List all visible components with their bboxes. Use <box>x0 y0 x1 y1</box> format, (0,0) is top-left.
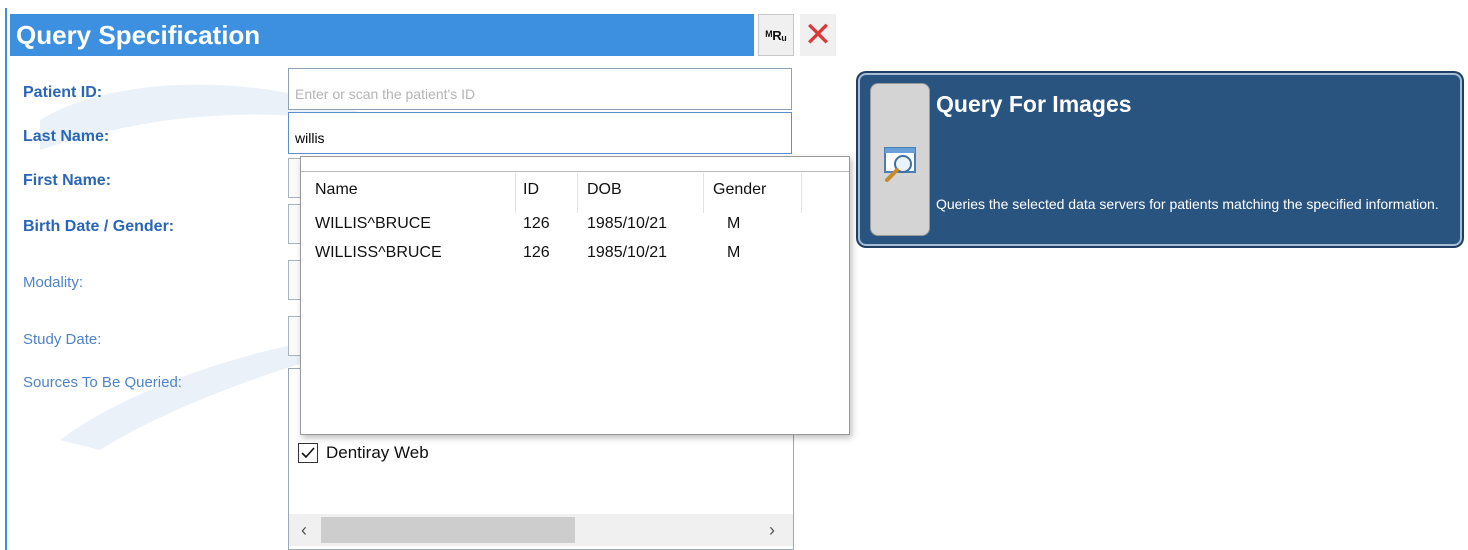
scrollbar-thumb[interactable] <box>321 517 575 543</box>
close-button[interactable]: ✕ <box>800 14 836 56</box>
query-for-images-panel[interactable]: Query For Images Queries the selected da… <box>858 73 1462 246</box>
sources-horizontal-scrollbar[interactable]: ‹ › <box>289 514 793 546</box>
birth-date-gender-label: Birth Date / Gender: <box>23 218 175 235</box>
column-separator <box>515 173 516 213</box>
row-name: WILLIS^BRUCE <box>315 215 431 232</box>
source-item[interactable]: Dentiray Web <box>298 443 429 463</box>
mru-icon: ᴹRᵤ <box>765 27 787 43</box>
query-panel-description: Queries the selected data servers for pa… <box>936 196 1439 212</box>
mru-button[interactable]: ᴹRᵤ <box>758 14 794 56</box>
row-gender: M <box>727 215 741 232</box>
modality-label: Modality: <box>23 274 84 291</box>
scroll-right-icon[interactable]: › <box>757 514 787 546</box>
window-title: Query Specification <box>10 14 754 56</box>
patient-id-label: Patient ID: <box>23 84 103 101</box>
scroll-left-icon[interactable]: ‹ <box>289 514 319 546</box>
check-icon <box>301 447 315 459</box>
row-name: WILLISS^BRUCE <box>315 244 442 261</box>
popup-top-bar <box>301 157 849 172</box>
close-icon: ✕ <box>803 16 833 54</box>
column-header-name[interactable]: Name <box>315 181 358 199</box>
row-gender: M <box>727 244 741 261</box>
row-dob: 1985/10/21 <box>587 215 668 232</box>
column-header-gender[interactable]: Gender <box>713 181 766 199</box>
source-checkbox[interactable] <box>298 443 318 463</box>
source-label: Dentiray Web <box>326 443 429 462</box>
row-dob: 1985/10/21 <box>587 244 668 261</box>
window-left-border <box>5 8 7 550</box>
sources-label: Sources To Be Queried: <box>23 374 182 391</box>
query-panel-title: Query For Images <box>936 91 1132 117</box>
row-id: 126 <box>523 215 550 232</box>
magnifier-icon <box>884 147 916 182</box>
row-id: 126 <box>523 244 550 261</box>
column-separator <box>801 173 802 213</box>
patient-id-input[interactable] <box>288 68 792 110</box>
last-name-label: Last Name: <box>23 128 110 145</box>
first-name-label: First Name: <box>23 172 112 189</box>
last-name-input[interactable] <box>288 112 792 154</box>
query-button[interactable] <box>870 83 930 236</box>
study-date-label: Study Date: <box>23 331 102 348</box>
patient-autocomplete-popup: Name ID DOB Gender WILLIS^BRUCE 126 1985… <box>300 156 850 435</box>
column-header-id[interactable]: ID <box>523 181 539 199</box>
column-separator <box>703 173 704 213</box>
column-separator <box>577 173 578 213</box>
column-header-dob[interactable]: DOB <box>587 181 622 199</box>
